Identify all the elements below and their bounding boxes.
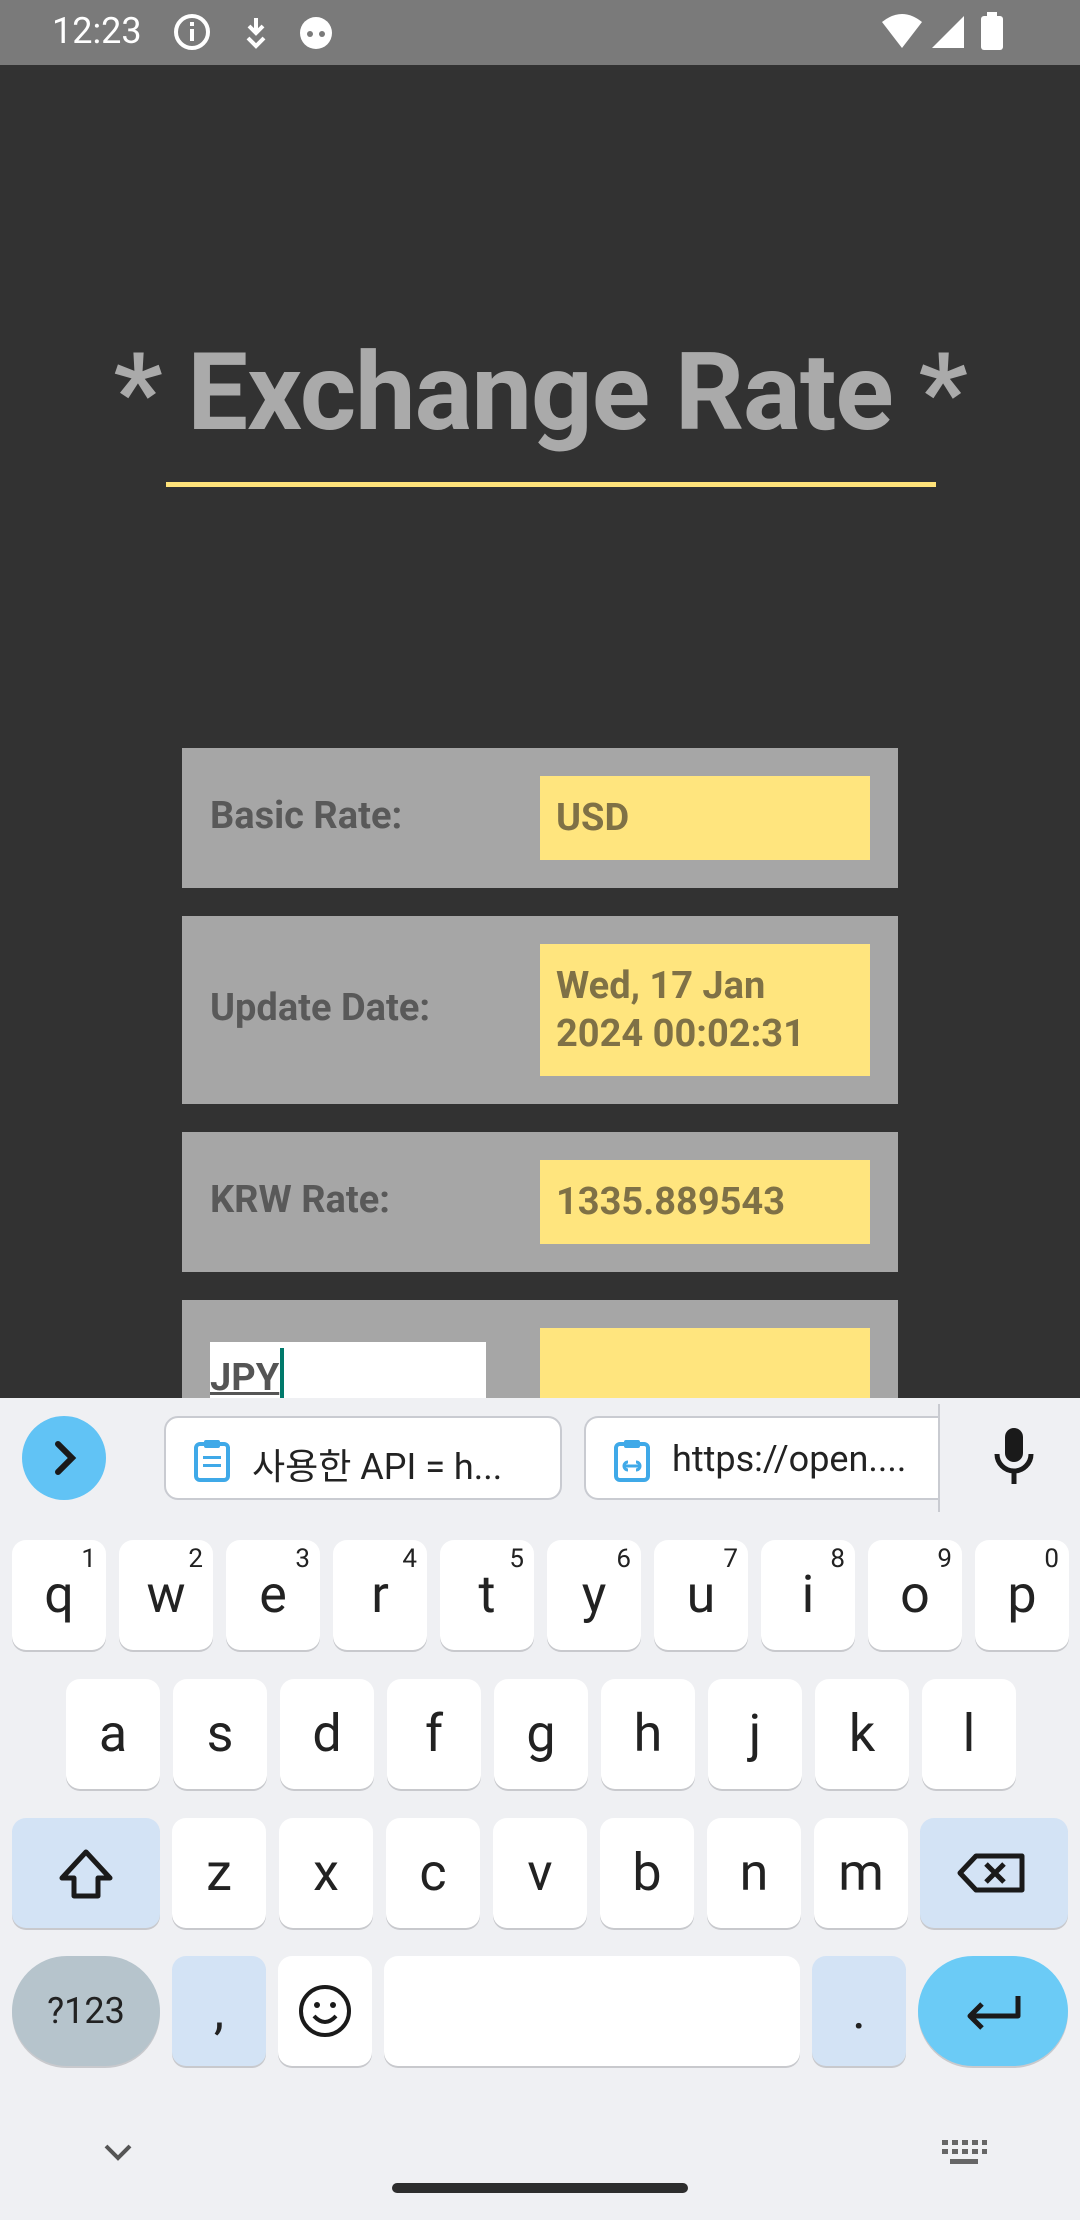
key-l[interactable]: l (922, 1679, 1016, 1789)
key-label: i (801, 1564, 815, 1625)
krw-rate-row: KRW Rate: 1335.889543 (182, 1132, 898, 1272)
key-v[interactable]: v (493, 1818, 587, 1928)
currency-row: JPY (182, 1300, 898, 1398)
update-date-value: Wed, 17 Jan 2024 00:02:31 (540, 944, 870, 1076)
wifi-icon (882, 14, 922, 48)
key-hint: 4 (402, 1544, 417, 1574)
update-date-line2: 2024 00:02:31 (556, 1012, 805, 1056)
clipboard-icon (194, 1440, 230, 1482)
title-underline (166, 482, 936, 487)
keyboard-toolbar: 사용한 API = h... https://open.... (0, 1398, 1080, 1528)
period-key[interactable]: . (812, 1956, 906, 2066)
key-r[interactable]: r4 (333, 1540, 427, 1650)
basic-rate-label: Basic Rate: (210, 794, 403, 838)
battery-icon (981, 12, 1003, 50)
key-hint: 7 (723, 1544, 738, 1574)
keyboard-switch-icon[interactable] (940, 2138, 988, 2168)
key-hint: 2 (188, 1544, 203, 1574)
krw-rate-value: 1335.889543 (540, 1160, 870, 1244)
key-label: q (44, 1564, 74, 1625)
info-icon (174, 14, 210, 50)
currency-input[interactable]: JPY (210, 1342, 486, 1398)
download-icon (246, 18, 266, 49)
status-bar: 12:23 (0, 0, 1080, 65)
key-b[interactable]: b (600, 1818, 694, 1928)
basic-rate-row: Basic Rate: USD (182, 748, 898, 888)
currency-result-value (540, 1328, 870, 1398)
key-w[interactable]: w2 (119, 1540, 213, 1650)
key-m[interactable]: m (814, 1818, 908, 1928)
key-p[interactable]: p0 (975, 1540, 1069, 1650)
key-e[interactable]: e3 (226, 1540, 320, 1650)
key-hint: 5 (509, 1544, 524, 1574)
key-j[interactable]: j (708, 1679, 802, 1789)
clock: 12:23 (52, 10, 142, 52)
key-label: t (478, 1564, 496, 1625)
enter-key[interactable] (918, 1956, 1068, 2066)
key-y[interactable]: y6 (547, 1540, 641, 1650)
soft-keyboard: 사용한 API = h... https://open.... q1w2e3r4… (0, 1398, 1080, 2220)
clipboard-chip-2[interactable]: https://open.... (584, 1416, 938, 1500)
key-o[interactable]: o9 (868, 1540, 962, 1650)
key-hint: 9 (937, 1544, 952, 1574)
key-u[interactable]: u7 (654, 1540, 748, 1650)
basic-rate-value: USD (540, 776, 870, 860)
shift-icon (59, 1849, 113, 1899)
key-f[interactable]: f (387, 1679, 481, 1789)
enter-icon (967, 1996, 1021, 2030)
key-hint: 0 (1044, 1544, 1059, 1574)
key-label: w (146, 1564, 186, 1625)
update-date-label: Update Date: (210, 986, 431, 1030)
emoji-icon (299, 1985, 351, 2037)
key-hint: 6 (616, 1544, 631, 1574)
key-c[interactable]: c (386, 1818, 480, 1928)
key-k[interactable]: k (815, 1679, 909, 1789)
text-cursor (280, 1348, 285, 1398)
key-z[interactable]: z (172, 1818, 266, 1928)
android-debug-icon (300, 17, 332, 49)
chevron-right-icon (55, 1441, 77, 1475)
krw-rate-label: KRW Rate: (210, 1178, 390, 1222)
key-h[interactable]: h (601, 1679, 695, 1789)
toolbar-divider (938, 1404, 940, 1512)
key-q[interactable]: q1 (12, 1540, 106, 1650)
key-label: r (371, 1564, 389, 1625)
page-title: * Exchange Rate * (113, 330, 967, 456)
key-t[interactable]: t5 (440, 1540, 534, 1650)
key-label: o (900, 1564, 930, 1625)
space-key[interactable] (384, 1956, 800, 2066)
clipboard-chip-1-text: 사용한 API = h... (252, 1446, 503, 1488)
chevron-down-icon[interactable] (98, 2138, 138, 2168)
key-d[interactable]: d (280, 1679, 374, 1789)
key-label: e (259, 1564, 287, 1625)
update-date-row: Update Date: Wed, 17 Jan 2024 00:02:31 (182, 916, 898, 1104)
clipboard-link-icon (614, 1440, 650, 1482)
key-i[interactable]: i8 (761, 1540, 855, 1650)
comma-key[interactable]: , (172, 1956, 266, 2066)
expand-toolbar-button[interactable] (22, 1416, 106, 1500)
key-a[interactable]: a (66, 1679, 160, 1789)
key-x[interactable]: x (279, 1818, 373, 1928)
key-label: u (686, 1564, 716, 1625)
clipboard-chip-1[interactable]: 사용한 API = h... (164, 1416, 562, 1500)
key-s[interactable]: s (173, 1679, 267, 1789)
shift-key[interactable] (12, 1818, 160, 1928)
update-date-line1: Wed, 17 Jan (556, 964, 766, 1008)
signal-icon (932, 16, 964, 48)
symbols-key[interactable]: ?123 (12, 1956, 160, 2066)
key-n[interactable]: n (707, 1818, 801, 1928)
clipboard-chip-2-text: https://open.... (672, 1438, 907, 1480)
backspace-icon (957, 1853, 1025, 1893)
emoji-key[interactable] (278, 1956, 372, 2066)
home-indicator[interactable] (392, 2183, 688, 2193)
key-g[interactable]: g (494, 1679, 588, 1789)
key-hint: 1 (81, 1544, 96, 1574)
key-hint: 3 (295, 1544, 310, 1574)
backspace-key[interactable] (920, 1818, 1068, 1928)
key-label: y (581, 1564, 607, 1625)
microphone-icon[interactable] (990, 1426, 1038, 1490)
currency-input-text: JPY (210, 1356, 280, 1398)
key-hint: 8 (830, 1544, 845, 1574)
key-label: p (1007, 1564, 1037, 1625)
